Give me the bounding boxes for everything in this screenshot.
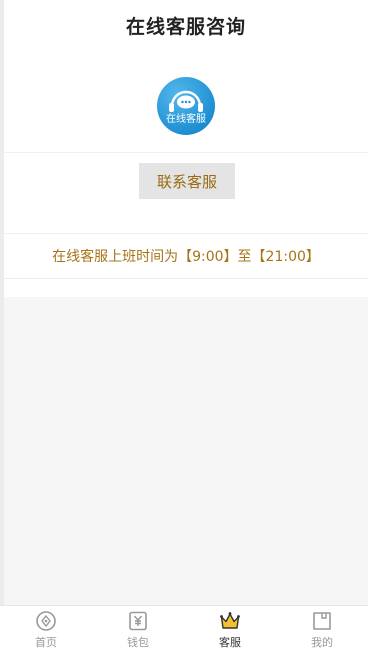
header: 在线客服咨询 (4, 0, 368, 50)
contact-service-button[interactable]: 联系客服 (139, 163, 235, 199)
customer-service-logo: 在线客服 (157, 77, 215, 135)
tab-wallet-label: 钱包 (127, 636, 149, 649)
screen: 在线客服咨询 在线客服 联系客服 在线客服上班时间为【9:00】至【21:00】 (0, 0, 368, 650)
headset-chat-icon (169, 90, 203, 112)
profile-card-icon (313, 612, 331, 630)
section-spacer (4, 279, 368, 297)
home-compass-icon (36, 611, 56, 631)
logo-text: 在线客服 (166, 114, 206, 125)
service-hours-section: 在线客服上班时间为【9:00】至【21:00】 (4, 234, 368, 279)
wallet-yen-icon (129, 611, 147, 631)
tab-service[interactable]: 客服 (184, 606, 276, 650)
logo-section: 在线客服 (4, 50, 368, 153)
service-hours-text: 在线客服上班时间为【9:00】至【21:00】 (52, 249, 320, 265)
tab-home[interactable]: 首页 (0, 606, 92, 650)
tab-wallet[interactable]: 钱包 (92, 606, 184, 650)
crown-icon (220, 612, 240, 629)
page-title: 在线客服咨询 (125, 15, 246, 38)
tab-profile-label: 我的 (311, 636, 333, 649)
tab-home-label: 首页 (35, 636, 57, 649)
tab-service-label: 客服 (219, 636, 241, 649)
bottom-tab-bar: 首页 钱包 客服 我的 (0, 605, 368, 650)
contact-section: 联系客服 (4, 153, 368, 234)
tab-profile[interactable]: 我的 (276, 606, 368, 650)
